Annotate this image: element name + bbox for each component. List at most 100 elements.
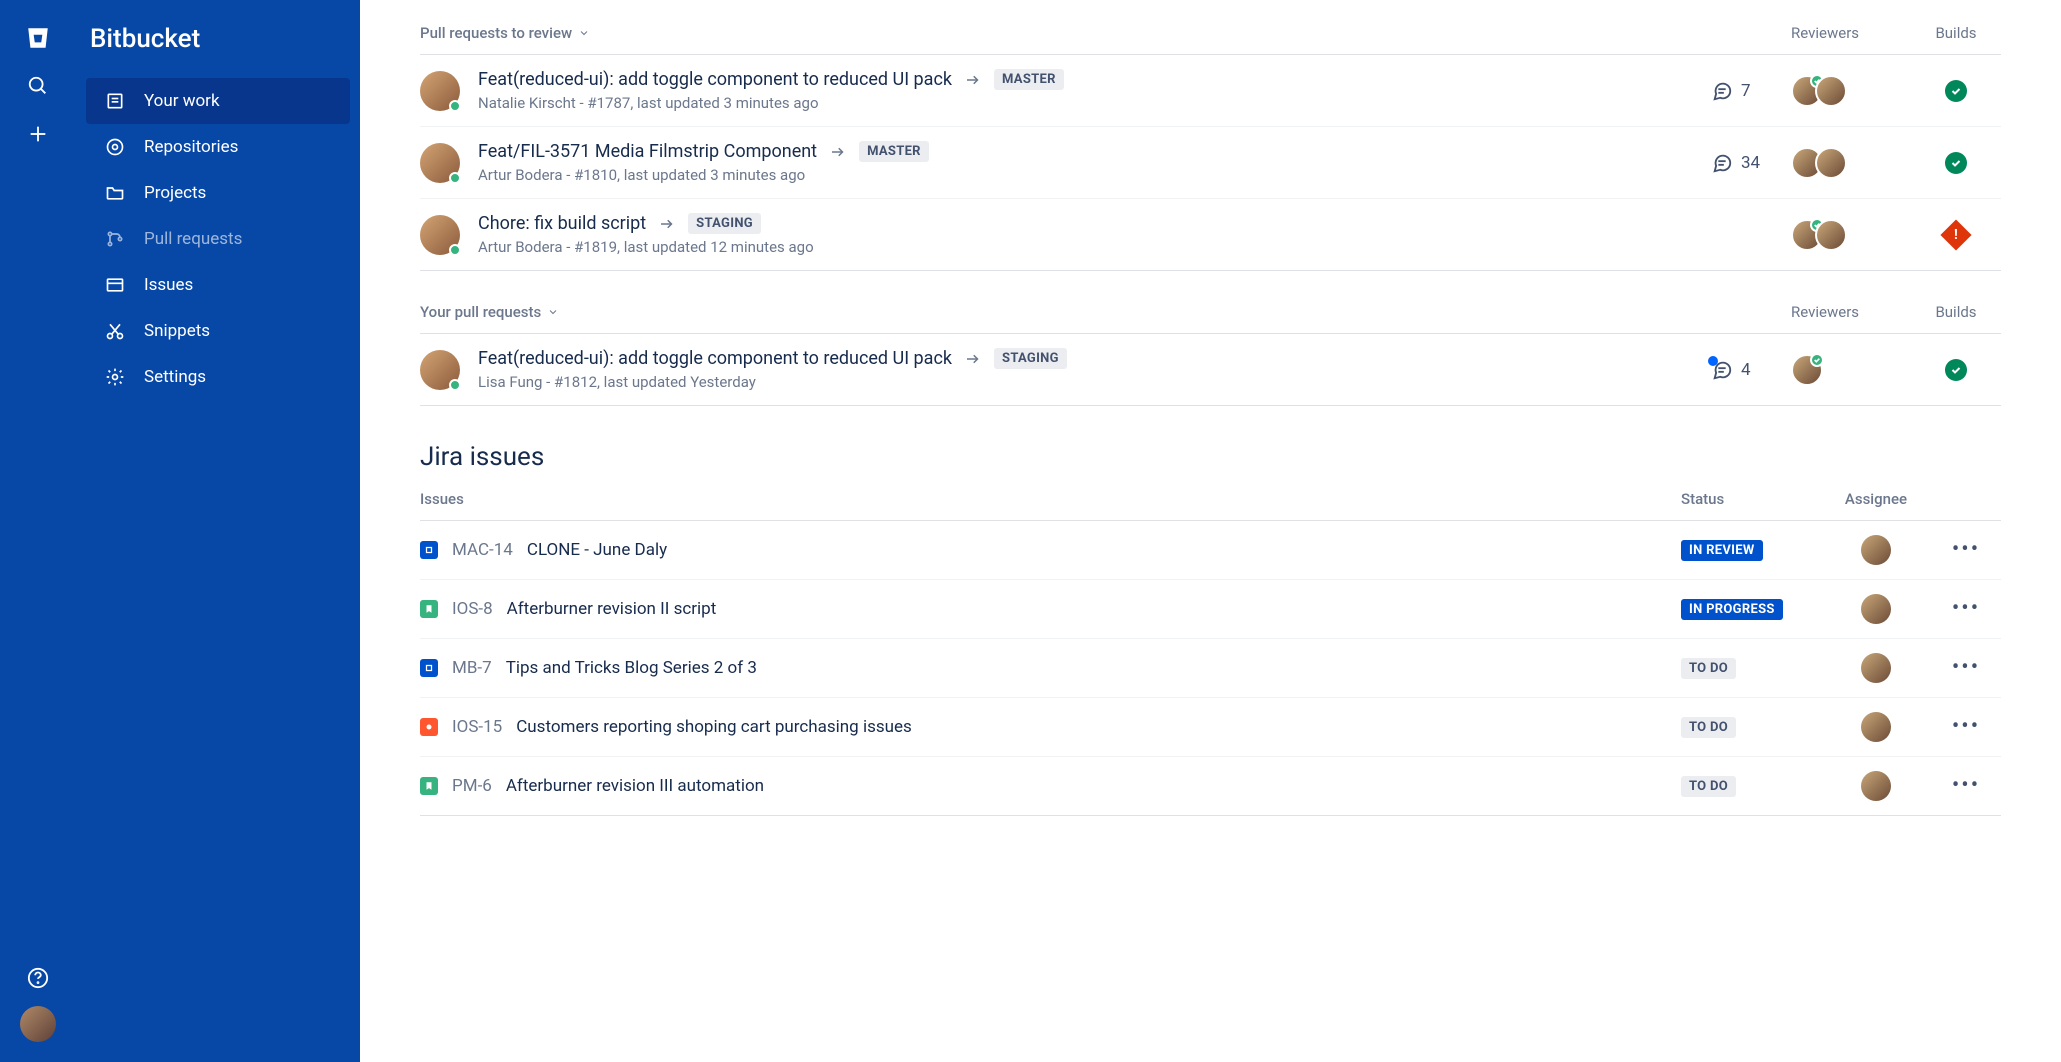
issue-key[interactable]: MB-7 xyxy=(452,658,492,678)
issue-status[interactable]: IN PROGRESS xyxy=(1681,598,1821,620)
nav-snippets[interactable]: Snippets xyxy=(86,308,350,354)
pr-row[interactable]: Feat(reduced-ui): add toggle component t… xyxy=(420,55,2001,127)
branch-tag[interactable]: STAGING xyxy=(688,213,761,234)
issue-assignee[interactable] xyxy=(1821,653,1931,683)
sidebar: Bitbucket Your workRepositoriesProjectsP… xyxy=(76,0,360,1062)
issue-type-bug-icon xyxy=(420,718,438,736)
issue-title[interactable]: Afterburner revision III automation xyxy=(506,776,1681,796)
author-avatar[interactable] xyxy=(420,350,460,390)
pr-comments[interactable]: 7 xyxy=(1711,80,1791,102)
arrow-right-icon xyxy=(829,143,847,161)
issue-assignee[interactable] xyxy=(1821,712,1931,742)
branch-tag[interactable]: MASTER xyxy=(994,69,1064,90)
col-builds: Builds xyxy=(1911,303,2001,321)
branch-tag[interactable]: MASTER xyxy=(859,141,929,162)
build-success-icon[interactable] xyxy=(1945,80,1967,102)
issue-type-task-icon xyxy=(420,541,438,559)
global-rail xyxy=(0,0,76,1062)
help-icon[interactable] xyxy=(18,958,58,998)
pr-reviewers xyxy=(1791,354,1911,386)
issue-assignee[interactable] xyxy=(1821,594,1931,624)
issue-title[interactable]: Tips and Tricks Blog Series 2 of 3 xyxy=(506,658,1681,678)
pr-meta: Artur Bodera - #1819, last updated 12 mi… xyxy=(478,238,1711,256)
arrow-right-icon xyxy=(964,71,982,89)
author-avatar[interactable] xyxy=(420,215,460,255)
nav-label: Snippets xyxy=(144,321,210,341)
jira-row[interactable]: PM-6 Afterburner revision III automation… xyxy=(420,757,2001,816)
pr-comments[interactable]: 4 xyxy=(1711,359,1791,381)
pr-build: ! xyxy=(1911,224,2001,246)
folder-icon xyxy=(104,182,126,204)
profile-avatar[interactable] xyxy=(20,1006,56,1042)
jira-row[interactable]: IOS-15 Customers reporting shoping cart … xyxy=(420,698,2001,757)
col-builds: Builds xyxy=(1911,24,2001,42)
col-reviewers: Reviewers xyxy=(1791,24,1911,42)
comment-icon[interactable] xyxy=(1711,359,1733,381)
pr-meta: Artur Bodera - #1810, last updated 3 min… xyxy=(478,166,1711,184)
jira-row[interactable]: MB-7 Tips and Tricks Blog Series 2 of 3 … xyxy=(420,639,2001,698)
nav-issues[interactable]: Issues xyxy=(86,262,350,308)
issue-assignee[interactable] xyxy=(1821,535,1931,565)
create-icon[interactable] xyxy=(18,114,58,154)
bitbucket-logo-icon[interactable] xyxy=(18,18,58,58)
build-success-icon[interactable] xyxy=(1945,152,1967,174)
review-toggle[interactable]: Pull requests to review xyxy=(420,24,590,42)
pr-reviewers xyxy=(1791,219,1911,251)
build-fail-icon[interactable]: ! xyxy=(1940,219,1971,250)
issue-type-task-icon xyxy=(420,659,438,677)
presence-indicator xyxy=(449,100,461,112)
author-avatar[interactable] xyxy=(420,71,460,111)
comment-icon[interactable] xyxy=(1711,152,1733,174)
pr-build xyxy=(1911,80,2001,102)
reviewer-avatar[interactable] xyxy=(1815,147,1847,179)
issue-status[interactable]: TO DO xyxy=(1681,716,1821,738)
issue-key[interactable]: MAC-14 xyxy=(452,540,513,560)
issue-status[interactable]: TO DO xyxy=(1681,775,1821,797)
issue-title[interactable]: Customers reporting shoping cart purchas… xyxy=(516,717,1681,737)
issue-title[interactable]: CLONE - June Daly xyxy=(527,540,1681,560)
pr-row[interactable]: Feat(reduced-ui): add toggle component t… xyxy=(420,334,2001,406)
reviewer-avatar[interactable] xyxy=(1815,75,1847,107)
presence-indicator xyxy=(449,172,461,184)
reviewer-avatar[interactable] xyxy=(1815,219,1847,251)
nav-repo[interactable]: Repositories xyxy=(86,124,350,170)
branch-tag[interactable]: STAGING xyxy=(994,348,1067,369)
nav-label: Pull requests xyxy=(144,229,242,249)
pr-comments[interactable]: 34 xyxy=(1711,152,1791,174)
pr-row[interactable]: Chore: fix build script STAGING Artur Bo… xyxy=(420,199,2001,271)
issues-icon xyxy=(104,274,126,296)
comment-count: 4 xyxy=(1741,360,1751,380)
comment-icon[interactable] xyxy=(1711,80,1733,102)
issue-title[interactable]: Afterburner revision II script xyxy=(507,599,1681,619)
nav-pr[interactable]: Pull requests xyxy=(86,216,350,262)
pr-title[interactable]: Feat(reduced-ui): add toggle component t… xyxy=(478,69,952,90)
nav-folder[interactable]: Projects xyxy=(86,170,350,216)
yours-toggle[interactable]: Your pull requests xyxy=(420,303,559,321)
build-success-icon[interactable] xyxy=(1945,359,1967,381)
issue-assignee[interactable] xyxy=(1821,771,1931,801)
nav-settings[interactable]: Settings xyxy=(86,354,350,400)
work-icon xyxy=(104,90,126,112)
chevron-down-icon xyxy=(578,27,590,39)
author-avatar[interactable] xyxy=(420,143,460,183)
issue-key[interactable]: IOS-8 xyxy=(452,599,493,619)
search-icon[interactable] xyxy=(18,66,58,106)
pr-meta: Natalie Kirscht - #1787, last updated 3 … xyxy=(478,94,1711,112)
issue-type-story-icon xyxy=(420,600,438,618)
jira-row[interactable]: IOS-8 Afterburner revision II script IN … xyxy=(420,580,2001,639)
issue-key[interactable]: IOS-15 xyxy=(452,717,502,737)
pr-row[interactable]: Feat/FIL-3571 Media Filmstrip Component … xyxy=(420,127,2001,199)
nav-label: Your work xyxy=(144,91,220,111)
nav-work[interactable]: Your work xyxy=(86,78,350,124)
issue-status[interactable]: TO DO xyxy=(1681,657,1821,679)
pr-title[interactable]: Chore: fix build script xyxy=(478,213,646,234)
pr-title[interactable]: Feat(reduced-ui): add toggle component t… xyxy=(478,348,952,369)
jira-row[interactable]: MAC-14 CLONE - June Daly IN REVIEW ••• xyxy=(420,521,2001,580)
issue-key[interactable]: PM-6 xyxy=(452,776,492,796)
reviewer-avatar[interactable] xyxy=(1791,354,1823,386)
pr-title[interactable]: Feat/FIL-3571 Media Filmstrip Component xyxy=(478,141,817,162)
col-issues: Issues xyxy=(420,490,1681,508)
col-assignee: Assignee xyxy=(1821,490,1931,508)
yours-header: Your pull requests ReviewersBuilds xyxy=(420,299,2001,334)
issue-status[interactable]: IN REVIEW xyxy=(1681,539,1821,561)
